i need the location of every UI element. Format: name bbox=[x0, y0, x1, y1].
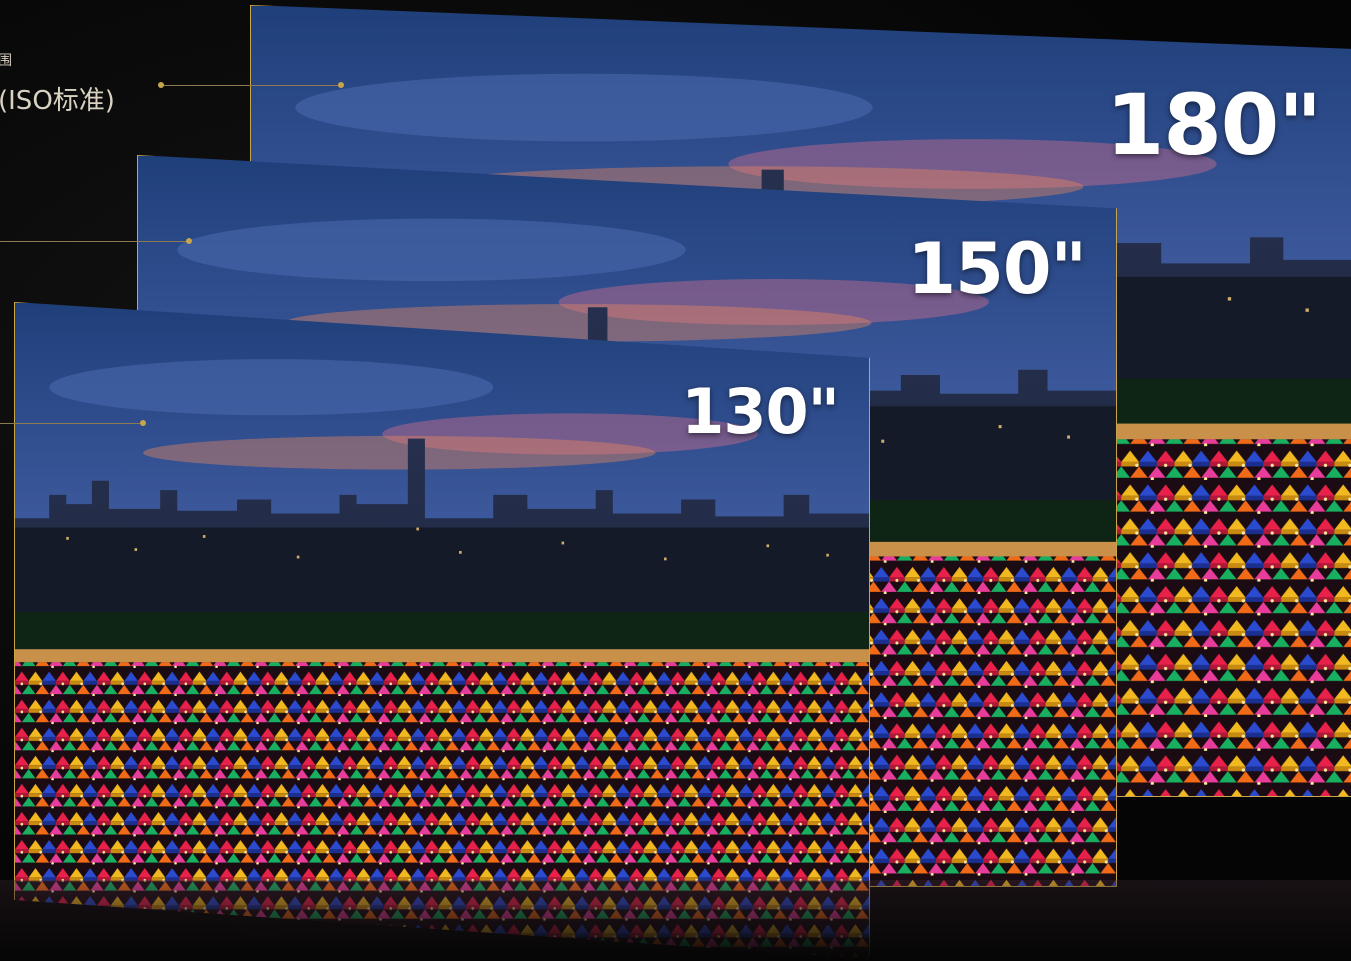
callout-dot bbox=[338, 82, 344, 88]
screen-130-inch: 130" bbox=[14, 302, 870, 959]
callout-leader-line bbox=[0, 241, 190, 242]
size-label-180: 180" bbox=[1105, 76, 1322, 174]
callout-partial-text: 围 bbox=[0, 53, 12, 69]
callout-dot bbox=[186, 238, 192, 244]
size-label-150: 150" bbox=[907, 228, 1087, 310]
callout-iso-standard: (ISO标准) bbox=[0, 86, 115, 116]
product-showcase: 180" 150" 130" 围 (ISO标准) bbox=[0, 0, 1351, 961]
callout-dot bbox=[158, 82, 164, 88]
callout-leader-line bbox=[160, 85, 342, 86]
callout-leader-line bbox=[0, 423, 143, 424]
size-label-130: 130" bbox=[681, 375, 840, 448]
floor-reflection bbox=[0, 880, 1351, 961]
callout-dot bbox=[140, 420, 146, 426]
